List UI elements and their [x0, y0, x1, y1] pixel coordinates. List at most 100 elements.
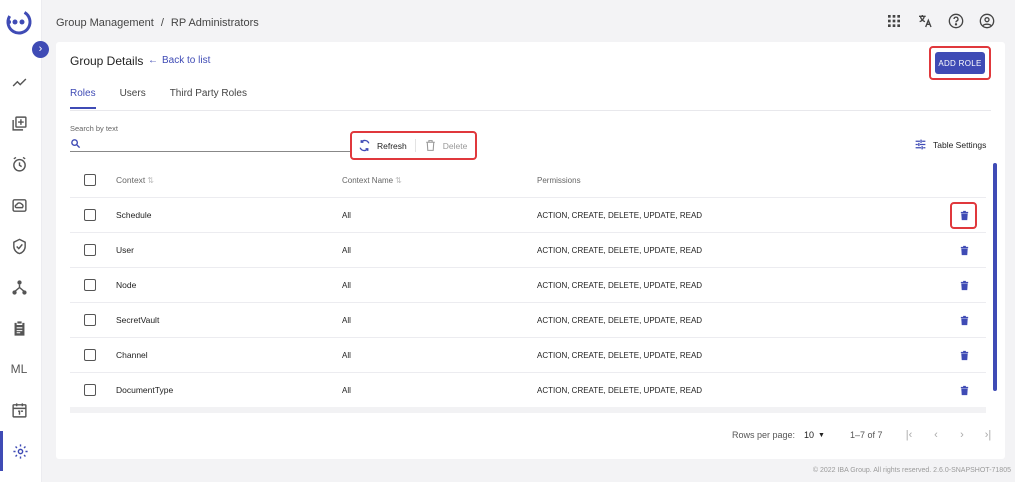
- add-role-highlight: ADD ROLE: [929, 46, 991, 80]
- back-to-list-label: Back to list: [162, 55, 211, 66]
- page-range: 1–7 of 7: [850, 430, 883, 440]
- calendar-icon: [11, 402, 27, 418]
- row-checkbox[interactable]: [84, 244, 96, 256]
- breadcrumb: Group Management / RP Administrators: [56, 17, 259, 29]
- horizontal-scrollbar[interactable]: [70, 407, 986, 413]
- rows-per-page-select[interactable]: 10 ▼: [804, 430, 825, 440]
- row-checkbox[interactable]: [84, 349, 96, 361]
- table-settings-button[interactable]: Table Settings: [914, 138, 986, 151]
- cell-context: User: [116, 245, 134, 255]
- previous-page-icon[interactable]: ‹: [930, 430, 942, 442]
- sort-icon: ⇅: [395, 175, 402, 185]
- header-permissions: Permissions: [537, 175, 581, 185]
- trash-icon: [960, 315, 968, 325]
- add-role-button[interactable]: ADD ROLE: [935, 52, 985, 74]
- row-checkbox[interactable]: [84, 314, 96, 326]
- breadcrumb-separator: /: [160, 17, 164, 29]
- tab-users[interactable]: Users: [120, 88, 146, 109]
- delete-row-button[interactable]: [958, 314, 970, 327]
- table-header: Context ⇅ Context Name ⇅ Permissions: [70, 163, 986, 198]
- delete-row-button[interactable]: [958, 209, 970, 222]
- breadcrumb-current: RP Administrators: [170, 17, 259, 29]
- last-page-icon[interactable]: ›|: [982, 430, 994, 442]
- row-checkbox[interactable]: [84, 279, 96, 291]
- header-context-name-label: Context Name: [342, 175, 394, 185]
- header-context[interactable]: Context ⇅: [116, 175, 154, 185]
- arrow-left-icon: ←: [148, 55, 158, 66]
- trending-icon: [12, 77, 26, 87]
- delete-label: Delete: [442, 140, 468, 151]
- delete-row-button[interactable]: [958, 244, 970, 257]
- table-row[interactable]: Schedule All ACTION, CREATE, DELETE, UPD…: [70, 198, 986, 233]
- nav-hierarchy[interactable]: [0, 275, 38, 299]
- tab-roles[interactable]: Roles: [70, 88, 96, 109]
- breadcrumb-root[interactable]: Group Management: [56, 17, 154, 29]
- delete-button[interactable]: Delete: [414, 139, 468, 152]
- tabs-divider: [70, 110, 991, 111]
- cell-context-name: All: [342, 315, 351, 325]
- footer-copyright: © 2022 IBA Group. All rights reserved. 2…: [812, 467, 1011, 474]
- trash-icon: [960, 350, 968, 360]
- trash-icon: [960, 280, 968, 290]
- first-page-icon[interactable]: |‹: [903, 430, 915, 442]
- shield-check-icon: [12, 238, 26, 254]
- cell-context: Channel: [116, 350, 148, 360]
- table-row[interactable]: SecretVault All ACTION, CREATE, DELETE, …: [70, 303, 986, 338]
- header-context-label: Context: [116, 175, 146, 185]
- clipboard-icon: [14, 320, 24, 336]
- nav-ml[interactable]: ML: [0, 357, 38, 381]
- cell-context: Schedule: [116, 210, 152, 220]
- next-page-icon[interactable]: ›: [956, 430, 968, 442]
- toolbar-actions-highlight: Refresh Delete: [350, 131, 477, 160]
- cell-permissions: ACTION, CREATE, DELETE, UPDATE, READ: [537, 315, 703, 325]
- tune-icon: [915, 139, 926, 150]
- select-all-checkbox[interactable]: [84, 174, 96, 186]
- delete-row-button[interactable]: [958, 349, 970, 362]
- delete-row-button[interactable]: [958, 384, 970, 397]
- cell-permissions: ACTION, CREATE, DELETE, UPDATE, READ: [537, 350, 703, 360]
- account-icon[interactable]: [978, 12, 995, 29]
- tab-third-party-roles[interactable]: Third Party Roles: [170, 88, 247, 109]
- cell-permissions: ACTION, CREATE, DELETE, UPDATE, READ: [537, 210, 703, 220]
- table-row[interactable]: Channel All ACTION, CREATE, DELETE, UPDA…: [70, 338, 986, 373]
- nav-clipboard[interactable]: [0, 316, 38, 340]
- nav-trending[interactable]: [0, 70, 38, 94]
- help-icon[interactable]: [947, 12, 964, 29]
- library-add-icon: [11, 115, 27, 131]
- top-icons: [885, 12, 995, 29]
- row-checkbox[interactable]: [84, 209, 96, 221]
- sidebar-expand-button[interactable]: ›: [32, 41, 49, 58]
- refresh-button[interactable]: Refresh: [358, 139, 407, 152]
- trash-icon: [960, 245, 968, 255]
- nav-alarm[interactable]: [0, 152, 38, 176]
- nav-calendar[interactable]: [0, 398, 38, 422]
- apps-grid-icon[interactable]: [885, 12, 902, 29]
- app-logo[interactable]: [5, 8, 33, 36]
- cell-context: Node: [116, 280, 137, 290]
- roles-table: Context ⇅ Context Name ⇅ Permissions Sched…: [70, 163, 986, 408]
- refresh-label: Refresh: [377, 140, 407, 151]
- table-row[interactable]: User All ACTION, CREATE, DELETE, UPDATE,…: [70, 233, 986, 268]
- nav-cloud[interactable]: [0, 193, 38, 217]
- header-context-name[interactable]: Context Name ⇅: [342, 176, 402, 185]
- search-label: Search by text: [70, 124, 118, 133]
- nav-library[interactable]: [0, 111, 38, 135]
- delete-row-button[interactable]: [958, 279, 970, 292]
- rows-per-page-label: Rows per page:: [732, 430, 796, 440]
- table-settings-label: Table Settings: [933, 139, 987, 150]
- back-to-list-link[interactable]: ← Back to list: [148, 55, 210, 66]
- row-checkbox[interactable]: [84, 384, 96, 396]
- nav-shield[interactable]: [0, 234, 38, 258]
- nav-settings[interactable]: [0, 431, 38, 471]
- cell-permissions: ACTION, CREATE, DELETE, UPDATE, READ: [537, 385, 703, 395]
- cell-context-name: All: [342, 350, 351, 360]
- translate-icon[interactable]: [916, 12, 933, 29]
- table-row[interactable]: Node All ACTION, CREATE, DELETE, UPDATE,…: [70, 268, 986, 303]
- hierarchy-icon: [11, 279, 27, 295]
- table-row[interactable]: DocumentType All ACTION, CREATE, DELETE,…: [70, 373, 986, 408]
- cell-context: DocumentType: [116, 385, 174, 395]
- cloud-storage-icon: [11, 198, 27, 212]
- search-icon: [71, 139, 81, 149]
- search-input[interactable]: [70, 136, 350, 152]
- vertical-scrollbar[interactable]: [993, 163, 997, 391]
